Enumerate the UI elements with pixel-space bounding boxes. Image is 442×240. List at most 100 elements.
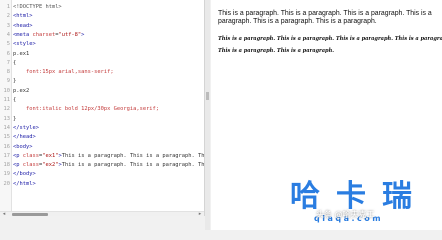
code-text: font:15px arial,sans-serif; xyxy=(13,68,114,77)
code-text: p.ex1 xyxy=(13,50,29,59)
code-text: <meta charset="utf-8"> xyxy=(13,31,84,40)
code-text: } xyxy=(13,77,16,86)
line-number: 8 xyxy=(6,69,10,76)
logo-char-3: 瑞 xyxy=(382,179,412,214)
code-token: <!DOCTYPE html> xyxy=(13,4,62,10)
scrollbar-thumb[interactable] xyxy=(12,213,48,216)
code-token: </html> xyxy=(13,180,36,187)
code-text: font:italic bold 12px/30px Georgia,serif… xyxy=(13,105,159,114)
scroll-left-icon[interactable]: ◂ xyxy=(0,212,8,217)
code-token: { xyxy=(13,59,17,66)
line-number: 5 xyxy=(6,41,10,48)
code-token: } xyxy=(13,115,17,122)
code-line[interactable]: 1 <!DOCTYPE html> xyxy=(0,3,204,12)
line-number: 2 xyxy=(6,13,10,20)
paragraph-ex2: This is a paragraph. This is a paragraph… xyxy=(218,36,442,55)
watermark: 头条 @哈夫克工 xyxy=(316,210,375,219)
code-token: font:italic bold 12px/30px Georgia,serif… xyxy=(13,106,160,113)
scroll-right-icon[interactable]: ▸ xyxy=(196,212,204,217)
code-text: </head> xyxy=(13,133,36,142)
line-number: 9 xyxy=(6,78,10,85)
code-token: p.ex2 xyxy=(13,87,30,94)
code-line[interactable]: 11{ xyxy=(0,96,204,105)
code-token: } xyxy=(13,78,17,85)
code-token: p.ex1 xyxy=(13,50,30,57)
code-token: "ex1" xyxy=(42,152,59,159)
code-line[interactable]: 4 <meta charset="utf-8"> xyxy=(0,31,204,40)
code-text: </body> xyxy=(13,170,36,179)
code-token: This is a paragraph. This is a paragraph… xyxy=(61,152,205,159)
line-number: 18 xyxy=(3,162,11,169)
line-number: 16 xyxy=(3,143,11,150)
line-number: 14 xyxy=(3,124,11,131)
code-token: <body> xyxy=(13,143,33,150)
code-token: <p xyxy=(13,162,23,169)
site-logo: 哈 卡 瑞 qiaqa.com xyxy=(290,178,442,230)
code-line[interactable]: 2 <html> xyxy=(0,12,204,21)
code-token: </style> xyxy=(13,124,39,131)
code-token: > xyxy=(81,31,85,38)
paragraph-ex1: This is a paragraph. This is a paragraph… xyxy=(218,10,432,26)
code-editor[interactable]: 1 <!DOCTYPE html> 2 <html> 3 <head> 4 <meta cha… xyxy=(0,0,205,216)
line-number: 19 xyxy=(3,171,11,178)
pane-splitter[interactable] xyxy=(205,0,210,230)
code-text: } xyxy=(13,115,16,124)
code-token: <meta xyxy=(13,31,33,38)
line-number: 11 xyxy=(3,97,11,103)
line-number: 12 xyxy=(3,106,11,113)
code-line[interactable]: 3 <head> xyxy=(0,22,204,31)
code-line[interactable]: 18 <p class="ex2">This is a paragraph. Th… xyxy=(0,161,205,170)
code-text: <!DOCTYPE html> xyxy=(13,3,62,12)
code-token: class xyxy=(22,162,39,169)
code-line[interactable]: 5 <style> xyxy=(0,40,204,49)
code-token: <head> xyxy=(13,22,33,29)
code-text: <p class="ex1">This is a paragraph. This… xyxy=(13,152,205,161)
code-text: <head> xyxy=(13,22,32,31)
code-line[interactable]: 6 p.ex1 xyxy=(0,50,204,59)
code-token: <html> xyxy=(13,13,33,20)
line-number: 1 xyxy=(6,4,10,10)
code-text: p.ex2 xyxy=(13,87,29,96)
line-number: 10 xyxy=(3,87,11,94)
line-number: 20 xyxy=(3,180,11,187)
code-line[interactable]: 10 p.ex2 xyxy=(0,87,204,96)
code-token: charset xyxy=(32,31,56,38)
code-token: <style> xyxy=(13,41,36,48)
line-number: 15 xyxy=(3,134,11,141)
code-text: { xyxy=(13,59,16,68)
code-line[interactable]: 17 <p class="ex1">This is a paragraph. Th… xyxy=(0,152,205,161)
horizontal-scrollbar[interactable]: ◂ ▸ xyxy=(0,211,204,216)
line-number: 13 xyxy=(3,115,11,122)
code-token: "utf-8" xyxy=(58,31,82,38)
splitter-grip-icon[interactable] xyxy=(206,92,209,100)
line-number: 6 xyxy=(6,50,10,57)
code-text: </style> xyxy=(13,124,39,133)
code-line[interactable]: 13} xyxy=(0,115,204,124)
code-token: This is a paragraph. This is a paragraph… xyxy=(61,162,205,169)
code-line[interactable]: 12 font:italic bold 12px/30px Georgia,se… xyxy=(0,105,204,114)
code-token: { xyxy=(13,97,17,103)
line-number: 7 xyxy=(6,59,10,66)
code-text: <style> xyxy=(13,40,36,49)
code-line[interactable]: 20 </html> xyxy=(0,180,204,189)
code-line[interactable]: 8 font:15px arial,sans-serif; xyxy=(0,68,204,77)
line-number: 4 xyxy=(6,31,10,38)
code-token: </body> xyxy=(13,171,36,178)
line-number: 17 xyxy=(3,152,11,159)
code-line[interactable]: 15 </head> xyxy=(0,133,204,142)
line-number: 3 xyxy=(6,22,10,29)
code-text: </html> xyxy=(13,180,36,189)
code-line[interactable]: 9} xyxy=(0,77,204,86)
code-line[interactable]: 7{ xyxy=(0,59,204,68)
code-token: "ex2" xyxy=(42,162,59,169)
code-text: <html> xyxy=(13,12,32,21)
code-token: class xyxy=(22,152,39,159)
code-token: font:15px arial,sans-serif; xyxy=(13,69,114,76)
code-line[interactable]: 14 </style> xyxy=(0,124,204,133)
code-line[interactable]: 16 <body> xyxy=(0,143,204,152)
code-line[interactable]: 19 </body> xyxy=(0,170,204,179)
code-token: <p xyxy=(13,152,23,159)
code-text: <body> xyxy=(13,143,32,152)
code-token: </head> xyxy=(13,134,36,141)
code-text: { xyxy=(13,96,16,105)
